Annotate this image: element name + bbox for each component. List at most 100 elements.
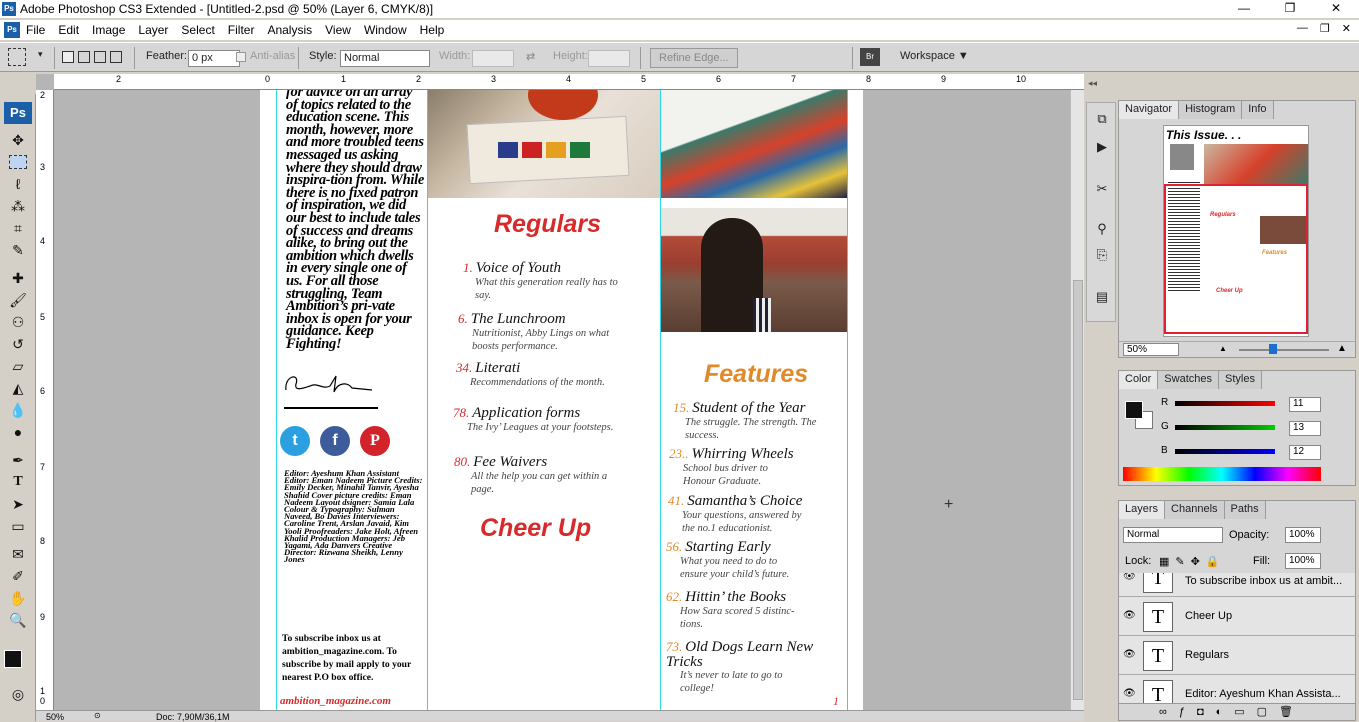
- feather-input[interactable]: 0 px: [188, 50, 240, 67]
- add-selection-icon[interactable]: [78, 51, 90, 63]
- shape-tool-icon[interactable]: ▭: [6, 516, 30, 536]
- menu-edit[interactable]: Edit: [58, 23, 79, 37]
- opacity-input[interactable]: 100%: [1285, 527, 1321, 543]
- foreground-color-swatch[interactable]: [4, 650, 22, 668]
- status-info-icon[interactable]: ⊙: [94, 711, 101, 721]
- layer-row[interactable]: 👁 T To subscribe inbox us at ambit...: [1119, 573, 1355, 597]
- zoom-slider[interactable]: [1239, 349, 1329, 351]
- zoom-in-icon[interactable]: ▲: [1337, 343, 1347, 354]
- collapse-dock-icon[interactable]: ◂◂: [1088, 78, 1097, 89]
- zoom-tool-icon[interactable]: 🔍: [6, 610, 30, 630]
- menu-file[interactable]: File: [26, 23, 45, 37]
- layer-row[interactable]: 👁 T Regulars: [1119, 637, 1355, 675]
- layer-comps-icon[interactable]: ▤: [1091, 287, 1113, 307]
- crop-tool-icon[interactable]: ⌗: [6, 218, 30, 238]
- width-input[interactable]: [472, 50, 514, 67]
- scrollbar-thumb[interactable]: [1073, 280, 1083, 700]
- menu-view[interactable]: View: [325, 23, 351, 37]
- layers-footer-icons[interactable]: ∞ƒ◘◐▭▢🗑: [1119, 703, 1355, 720]
- tab-color[interactable]: Color: [1119, 371, 1159, 389]
- close-button[interactable]: ✕: [1313, 0, 1359, 18]
- notes-tool-icon[interactable]: ✉: [6, 544, 30, 564]
- minimize-button[interactable]: —: [1221, 0, 1267, 18]
- doc-restore-button[interactable]: ❐: [1320, 22, 1330, 35]
- tab-paths[interactable]: Paths: [1224, 501, 1266, 519]
- vertical-scrollbar[interactable]: [1070, 90, 1084, 710]
- layer-row[interactable]: 👁 T Cheer Up: [1119, 598, 1355, 636]
- marquee-tool-icon[interactable]: [9, 155, 27, 169]
- eye-icon[interactable]: 👁: [1123, 688, 1136, 699]
- tab-layers[interactable]: Layers: [1119, 501, 1166, 519]
- restore-button[interactable]: ❐: [1267, 0, 1313, 18]
- antialias-checkbox[interactable]: [236, 52, 246, 62]
- menu-analysis[interactable]: Analysis: [267, 23, 312, 37]
- menu-filter[interactable]: Filter: [228, 23, 255, 37]
- history-panel-icon[interactable]: ⧉: [1091, 109, 1113, 129]
- blue-input[interactable]: 12: [1289, 445, 1321, 460]
- zoom-slider-handle[interactable]: [1269, 344, 1277, 354]
- magazine-page[interactable]: for advice on an array of topics related…: [260, 90, 863, 710]
- intersect-selection-icon[interactable]: [110, 51, 122, 63]
- doc-close-button[interactable]: ✕: [1342, 22, 1351, 35]
- style-select[interactable]: Normal: [340, 50, 430, 67]
- move-tool-icon[interactable]: ✥: [6, 130, 30, 150]
- fg-color-swatch[interactable]: [1125, 401, 1143, 419]
- lasso-tool-icon[interactable]: ℓ: [6, 174, 30, 194]
- magic-wand-icon[interactable]: ⁂: [6, 196, 30, 216]
- blur-tool-icon[interactable]: 💧: [6, 400, 30, 420]
- refine-edge-button[interactable]: Refine Edge...: [650, 48, 738, 68]
- type-tool-icon[interactable]: T: [6, 472, 30, 492]
- menu-help[interactable]: Help: [420, 23, 445, 37]
- workspace-button[interactable]: Workspace ▼: [900, 50, 969, 62]
- navigator-thumbnail[interactable]: This Issue. . . Regulars Features Cheer …: [1163, 125, 1309, 337]
- blue-slider[interactable]: [1175, 449, 1275, 454]
- new-selection-icon[interactable]: [62, 51, 74, 63]
- healing-brush-icon[interactable]: ✚: [6, 268, 30, 288]
- tab-channels[interactable]: Channels: [1165, 501, 1225, 519]
- dodge-tool-icon[interactable]: ●: [6, 422, 30, 442]
- navigator-zoom-input[interactable]: 50%: [1123, 343, 1179, 356]
- clone-source-icon[interactable]: ⎘: [1091, 245, 1113, 265]
- hand-tool-icon[interactable]: ✋: [6, 588, 30, 608]
- eye-icon[interactable]: 👁: [1123, 573, 1136, 582]
- doc-minimize-button[interactable]: —: [1297, 22, 1308, 35]
- eyedropper-icon[interactable]: ✐: [6, 566, 30, 586]
- clone-stamp-icon[interactable]: ⚇: [6, 312, 30, 332]
- pinterest-icon[interactable]: P: [360, 426, 390, 456]
- fill-input[interactable]: 100%: [1285, 553, 1321, 569]
- actions-panel-icon[interactable]: ▶: [1091, 137, 1113, 157]
- eye-icon[interactable]: 👁: [1123, 649, 1136, 660]
- tab-histogram[interactable]: Histogram: [1179, 101, 1243, 119]
- ps-menu-icon[interactable]: Ps: [4, 22, 20, 38]
- bridge-icon[interactable]: Br: [860, 48, 880, 66]
- tab-styles[interactable]: Styles: [1219, 371, 1262, 389]
- facebook-icon[interactable]: f: [320, 426, 350, 456]
- color-ramp[interactable]: [1123, 467, 1321, 481]
- eraser-tool-icon[interactable]: ▱: [6, 356, 30, 376]
- green-input[interactable]: 13: [1289, 421, 1321, 436]
- menu-image[interactable]: Image: [92, 23, 125, 37]
- history-brush-icon[interactable]: ↺: [6, 334, 30, 354]
- tab-swatches[interactable]: Swatches: [1158, 371, 1219, 389]
- red-input[interactable]: 11: [1289, 397, 1321, 412]
- red-slider[interactable]: [1175, 401, 1275, 406]
- slice-tool-icon[interactable]: ✎: [6, 240, 30, 260]
- brushes-panel-icon[interactable]: ⚲: [1091, 219, 1113, 239]
- tab-navigator[interactable]: Navigator: [1119, 101, 1180, 119]
- preset-dropdown-icon[interactable]: ▾: [38, 49, 43, 60]
- blend-mode-select[interactable]: Normal: [1123, 527, 1223, 543]
- path-select-icon[interactable]: ➤: [6, 494, 30, 514]
- pen-tool-icon[interactable]: ✒: [6, 450, 30, 470]
- tool-presets-icon[interactable]: ✂: [1091, 179, 1113, 199]
- tab-info[interactable]: Info: [1242, 101, 1274, 119]
- swap-icon[interactable]: ⇄: [526, 50, 535, 63]
- eye-icon[interactable]: 👁: [1123, 610, 1136, 621]
- menu-select[interactable]: Select: [181, 23, 214, 37]
- zoom-out-icon[interactable]: ▲: [1219, 344, 1227, 353]
- twitter-icon[interactable]: t: [280, 426, 310, 456]
- paint-bucket-icon[interactable]: ◭: [6, 378, 30, 398]
- menu-layer[interactable]: Layer: [138, 23, 168, 37]
- layer-row[interactable]: 👁 T Editor: Ayeshum Khan Assista...: [1119, 676, 1355, 703]
- height-input[interactable]: [588, 50, 630, 67]
- menu-window[interactable]: Window: [364, 23, 407, 37]
